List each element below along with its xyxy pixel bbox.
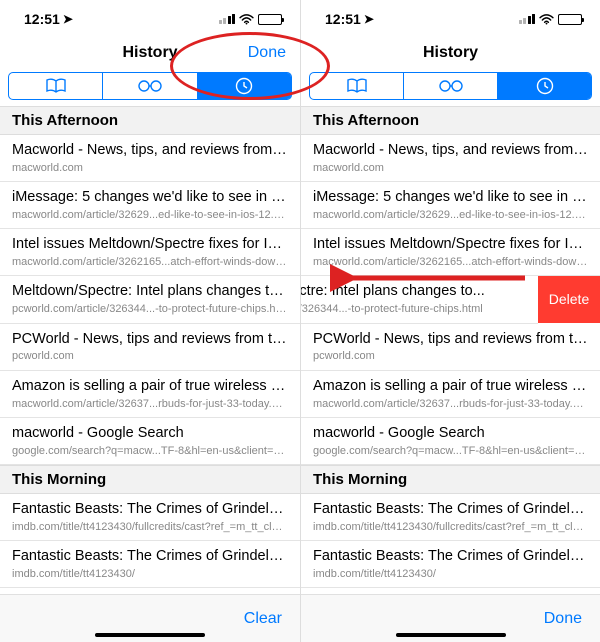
done-button[interactable]: Done bbox=[544, 610, 582, 628]
history-row-url: imdb.com/title/tt4123430/ bbox=[12, 567, 288, 581]
history-row[interactable]: Meltdown/Spectre: Intel plans changes to… bbox=[0, 276, 300, 323]
status-bar: 12:51 ➤ bbox=[0, 0, 300, 38]
history-row[interactable]: macworld - Google Searchgoogle.com/searc… bbox=[301, 418, 600, 465]
history-row-url: imdb.com/title/tt4123430/fullcredits/cas… bbox=[313, 520, 588, 534]
history-row-title: Macworld - News, tips, and reviews from … bbox=[313, 141, 588, 160]
book-icon bbox=[45, 78, 67, 94]
history-row-title: wn/Spectre: Intel plans changes to... bbox=[301, 282, 526, 301]
glasses-icon bbox=[137, 78, 163, 94]
home-indicator[interactable] bbox=[396, 633, 506, 637]
history-row-url: macworld.com/article/3262165...atch-effo… bbox=[313, 255, 588, 269]
history-row-url: macworld.com/article/32637...rbuds-for-j… bbox=[12, 397, 288, 411]
wifi-icon bbox=[239, 14, 254, 25]
clock-icon bbox=[536, 77, 554, 95]
history-row-title: Fantastic Beasts: The Crimes of Grindelw… bbox=[313, 547, 588, 566]
history-row[interactable]: iMessage: 5 changes we'd like to see in … bbox=[301, 182, 600, 229]
section-header: This Morning bbox=[0, 465, 300, 494]
history-row-url: macworld.com/article/32629...ed-like-to-… bbox=[12, 208, 288, 222]
segmented-control bbox=[309, 72, 592, 100]
nav-header: History bbox=[301, 38, 600, 68]
status-time: 12:51 bbox=[325, 11, 361, 27]
segmented-control bbox=[8, 72, 292, 100]
location-icon: ➤ bbox=[364, 12, 374, 26]
status-bar: 12:51 ➤ bbox=[301, 0, 600, 38]
history-row-title: macworld - Google Search bbox=[12, 424, 288, 443]
history-row[interactable]: Fantastic Beasts: The Crimes of Grindelw… bbox=[301, 541, 600, 588]
tab-reading-list[interactable] bbox=[102, 73, 196, 99]
history-row[interactable]: Fantastic Beasts: The Crimes of Grindelw… bbox=[0, 541, 300, 588]
history-row-title: Amazon is selling a pair of true wireles… bbox=[313, 377, 588, 396]
page-title: History bbox=[423, 44, 478, 62]
history-row[interactable]: Intel issues Meltdown/Spectre fixes for … bbox=[301, 229, 600, 276]
delete-button[interactable]: Delete bbox=[538, 276, 600, 322]
section-header: This Morning bbox=[301, 465, 600, 494]
history-row-url: macworld.com/article/32637...rbuds-for-j… bbox=[313, 397, 588, 411]
section-header: This Afternoon bbox=[0, 106, 300, 135]
history-row[interactable]: macworld - Google Searchgoogle.com/searc… bbox=[0, 418, 300, 465]
history-row[interactable]: PCWorld - News, tips and reviews from th… bbox=[301, 324, 600, 371]
history-row[interactable]: PCWorld - News, tips and reviews from th… bbox=[0, 324, 300, 371]
book-icon bbox=[346, 78, 368, 94]
history-row[interactable]: iMessage: 5 changes we'd like to see in … bbox=[0, 182, 300, 229]
clock-icon bbox=[235, 77, 253, 95]
home-indicator[interactable] bbox=[95, 633, 205, 637]
history-row-url: imdb.com/title/tt4123430/fullcredits/cas… bbox=[12, 520, 288, 534]
history-row-title: Meltdown/Spectre: Intel plans changes to… bbox=[12, 282, 288, 301]
history-row-title: Fantastic Beasts: The Crimes of Grindelw… bbox=[313, 500, 588, 519]
phone-left: 12:51 ➤ History Done This Afterno bbox=[0, 0, 300, 642]
tab-bookmarks[interactable] bbox=[9, 73, 102, 99]
clear-button[interactable]: Clear bbox=[244, 610, 282, 628]
history-row-title: iMessage: 5 changes we'd like to see in … bbox=[12, 188, 288, 207]
history-row[interactable]: Macworld - News, tips, and reviews from … bbox=[0, 135, 300, 182]
phone-right: 12:51 ➤ History This AfternoonMacworld bbox=[300, 0, 600, 642]
history-row-url: google.com/search?q=macw...TF-8&hl=en-us… bbox=[12, 444, 288, 458]
tab-history[interactable] bbox=[497, 73, 591, 99]
history-row-title: macworld - Google Search bbox=[313, 424, 588, 443]
tab-reading-list[interactable] bbox=[403, 73, 497, 99]
history-row-url: macworld.com/article/3262165...atch-effo… bbox=[12, 255, 288, 269]
history-row[interactable]: wn/Spectre: Intel plans changes to...om/… bbox=[301, 276, 538, 323]
history-row-url: macworld.com/article/32629...ed-like-to-… bbox=[313, 208, 588, 222]
history-row[interactable]: Macworld - News, tips, and reviews from … bbox=[301, 135, 600, 182]
history-row-title: Macworld - News, tips, and reviews from … bbox=[12, 141, 288, 160]
done-button[interactable]: Done bbox=[248, 44, 286, 62]
history-row[interactable]: Fantastic Beasts: The Crimes of Grindelw… bbox=[0, 494, 300, 541]
history-row-title: iMessage: 5 changes we'd like to see in … bbox=[313, 188, 588, 207]
signal-icon bbox=[219, 14, 236, 24]
location-icon: ➤ bbox=[63, 12, 73, 26]
history-row-url: pcworld.com bbox=[313, 349, 588, 363]
nav-header: History Done bbox=[0, 38, 300, 68]
history-row-url: om/article/326344...-to-protect-future-c… bbox=[301, 302, 526, 316]
history-row-title: Amazon is selling a pair of true wireles… bbox=[12, 377, 288, 396]
tab-bookmarks[interactable] bbox=[310, 73, 403, 99]
page-title: History bbox=[122, 44, 177, 62]
history-row-url: pcworld.com/article/326344...-to-protect… bbox=[12, 302, 288, 316]
status-time: 12:51 bbox=[24, 11, 60, 27]
history-list[interactable]: This Afternoon Macworld - News, tips, and… bbox=[301, 106, 600, 594]
glasses-icon bbox=[438, 78, 464, 94]
wifi-icon bbox=[539, 14, 554, 25]
signal-icon bbox=[519, 14, 536, 24]
history-row-url: google.com/search?q=macw...TF-8&hl=en-us… bbox=[313, 444, 588, 458]
history-row-title: Fantastic Beasts: The Crimes of Grindelw… bbox=[12, 547, 288, 566]
history-row-title: Intel issues Meltdown/Spectre fixes for … bbox=[313, 235, 588, 254]
history-row-title: Intel issues Meltdown/Spectre fixes for … bbox=[12, 235, 288, 254]
history-row-url: macworld.com bbox=[313, 161, 588, 175]
history-row[interactable]: Fantastic Beasts: The Crimes of Grindelw… bbox=[301, 494, 600, 541]
history-list[interactable]: This Afternoon Macworld - News, tips, and… bbox=[0, 106, 300, 594]
history-row[interactable]: Amazon is selling a pair of true wireles… bbox=[301, 371, 600, 418]
history-row-url: imdb.com/title/tt4123430/ bbox=[313, 567, 588, 581]
history-row-url: pcworld.com bbox=[12, 349, 288, 363]
history-row[interactable]: Amazon is selling a pair of true wireles… bbox=[0, 371, 300, 418]
history-row-title: Fantastic Beasts: The Crimes of Grindelw… bbox=[12, 500, 288, 519]
history-row[interactable]: Intel issues Meltdown/Spectre fixes for … bbox=[0, 229, 300, 276]
battery-icon bbox=[558, 14, 582, 25]
tab-history[interactable] bbox=[197, 73, 291, 99]
history-row-url: macworld.com bbox=[12, 161, 288, 175]
history-row-title: PCWorld - News, tips and reviews from th… bbox=[313, 330, 588, 349]
section-header: This Afternoon bbox=[301, 106, 600, 135]
battery-icon bbox=[258, 14, 282, 25]
history-row-title: PCWorld - News, tips and reviews from th… bbox=[12, 330, 288, 349]
